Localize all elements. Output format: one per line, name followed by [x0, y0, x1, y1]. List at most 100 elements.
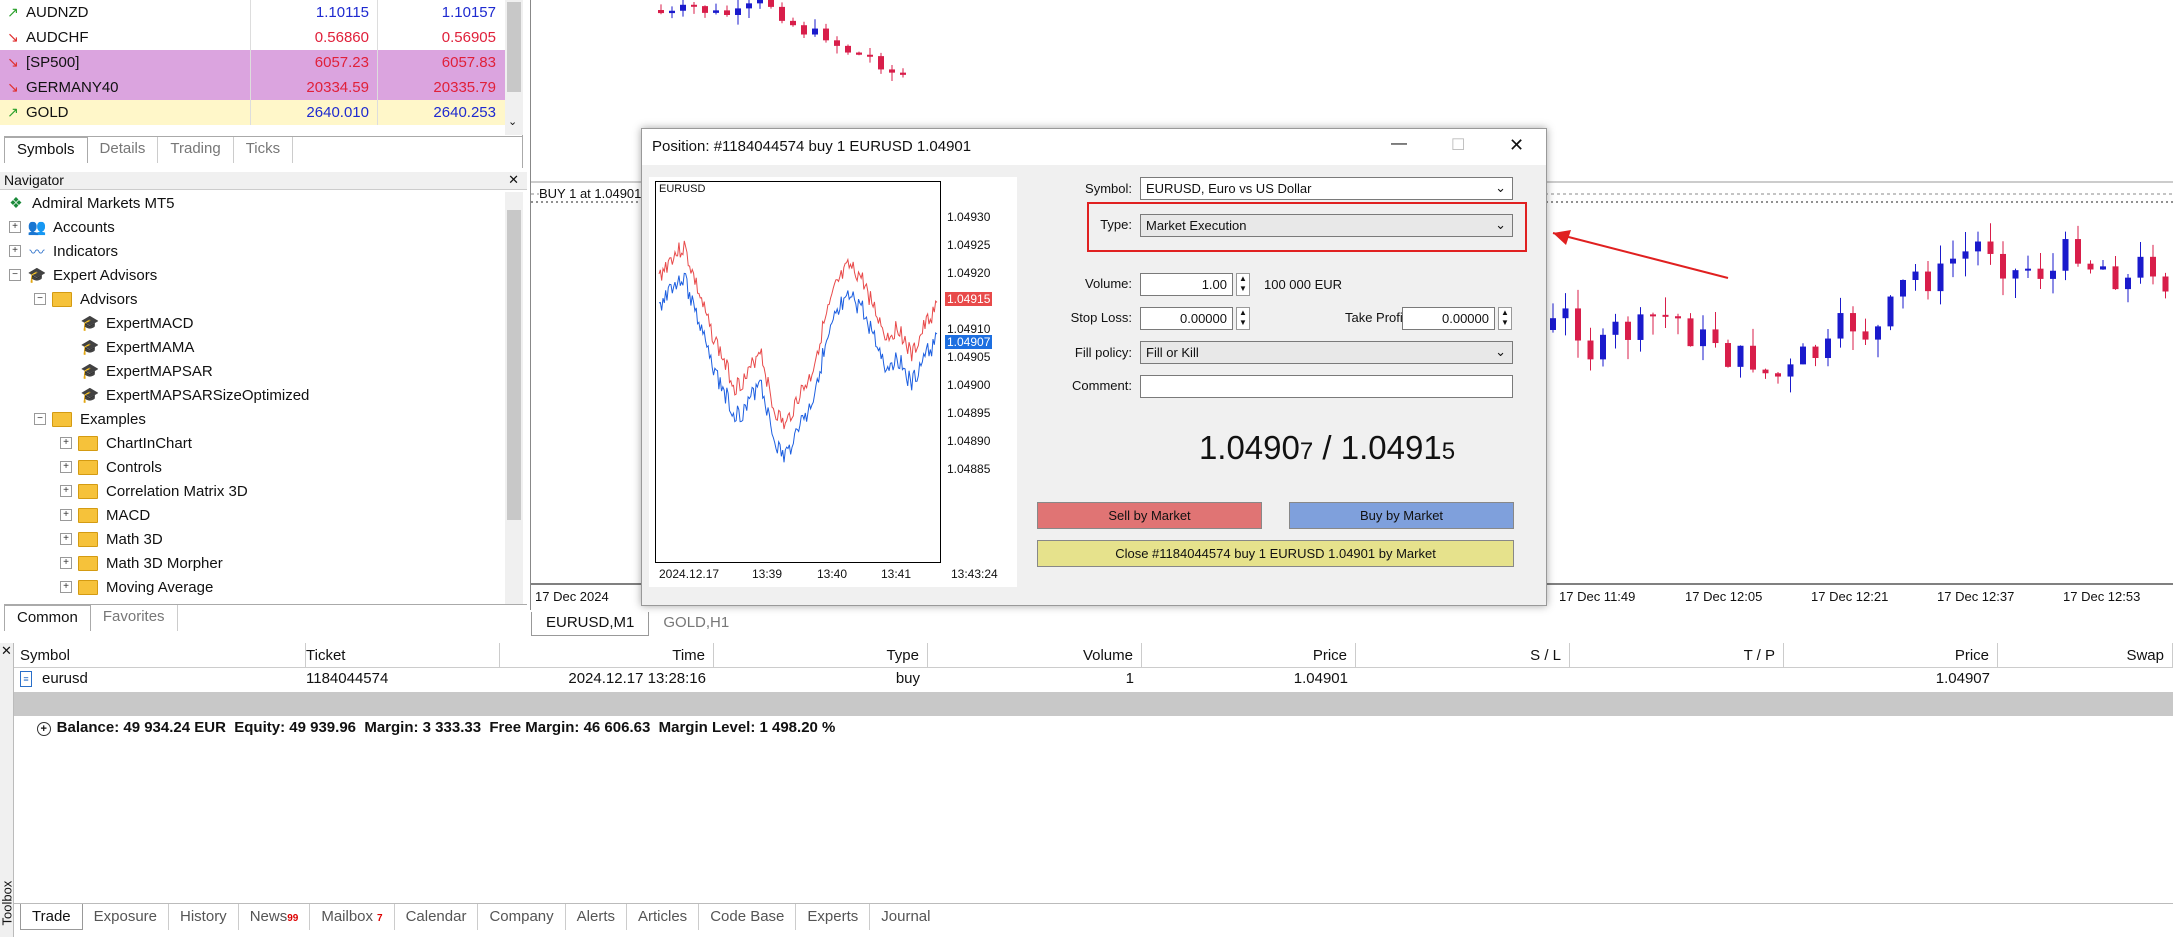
- fill-policy-select[interactable]: Fill or Kill ⌄: [1140, 341, 1513, 364]
- volume-input[interactable]: 1.00: [1140, 273, 1233, 296]
- candle-body: [1987, 241, 1994, 254]
- tab-ticks[interactable]: Ticks: [234, 137, 294, 163]
- tab-code-base[interactable]: Code Base: [699, 904, 797, 930]
- tab-trade[interactable]: Trade: [20, 904, 83, 930]
- expand-icon[interactable]: +: [9, 245, 21, 257]
- col-price[interactable]: Price: [1142, 643, 1356, 668]
- market-watch-scrollbar[interactable]: ⌄: [505, 0, 523, 135]
- candle-body: [1587, 340, 1594, 360]
- tab-trading[interactable]: Trading: [158, 137, 234, 163]
- nav-root[interactable]: ❖ Admiral Markets MT5: [6, 191, 174, 215]
- tab-articles[interactable]: Articles: [627, 904, 700, 930]
- expand-icon[interactable]: +: [60, 461, 72, 473]
- col-symbol[interactable]: Symbol: [20, 643, 306, 668]
- volume-stepper[interactable]: ▲ ▼: [1236, 273, 1250, 296]
- tab-journal[interactable]: Journal: [870, 904, 941, 930]
- maximize-button[interactable]: ☐: [1451, 135, 1465, 155]
- nav-item-expertmacd[interactable]: 🎓 ExpertMACD: [80, 311, 194, 335]
- market-row-gold[interactable]: ↗ GOLD 2640.010 2640.253: [0, 100, 505, 125]
- tab-exposure[interactable]: Exposure: [83, 904, 170, 930]
- nav-item-advisors[interactable]: − Advisors: [34, 287, 138, 311]
- stop-loss-input[interactable]: 0.00000: [1140, 307, 1233, 330]
- tab-company[interactable]: Company: [478, 904, 566, 930]
- nav-item-expertmapsar[interactable]: 🎓 ExpertMAPSAR: [80, 359, 213, 383]
- tab-symbols[interactable]: Symbols: [4, 137, 88, 163]
- chevron-down-icon[interactable]: ⌄: [508, 115, 517, 128]
- nav-item-accounts[interactable]: + 👥 Accounts: [9, 215, 115, 239]
- col-price-current[interactable]: Price: [1784, 643, 1998, 668]
- candle-body: [845, 45, 851, 53]
- tab-news[interactable]: News99: [239, 904, 311, 930]
- sell-by-market-button[interactable]: Sell by Market: [1037, 502, 1262, 529]
- candle-body: [1550, 318, 1556, 330]
- tab-experts[interactable]: Experts: [796, 904, 871, 930]
- collapse-icon[interactable]: −: [34, 293, 46, 305]
- tab-label: News: [249, 908, 288, 925]
- close-position-button[interactable]: Close #1184044574 buy 1 EURUSD 1.04901 b…: [1037, 540, 1514, 567]
- expand-icon[interactable]: +: [60, 509, 72, 521]
- col-ticket[interactable]: Ticket: [300, 643, 500, 668]
- col-type[interactable]: Type: [714, 643, 928, 668]
- market-row-audnzd[interactable]: ↗ AUDNZD 1.10115 1.10157: [0, 0, 505, 25]
- collapse-icon[interactable]: −: [34, 413, 46, 425]
- nav-item-expertmapsarsizeoptimized[interactable]: 🎓 ExpertMAPSARSizeOptimized: [80, 383, 310, 407]
- market-row-germany40[interactable]: ↘ GERMANY40 20334.59 20335.79: [0, 75, 505, 100]
- nav-item-controls[interactable]: + Controls: [60, 455, 162, 479]
- tab-label: Mailbox: [321, 908, 374, 925]
- expand-icon[interactable]: +: [60, 437, 72, 449]
- close-icon[interactable]: ✕: [1, 643, 12, 659]
- col-tp[interactable]: T / P: [1570, 643, 1784, 668]
- col-sl[interactable]: S / L: [1356, 643, 1570, 668]
- navigator-scrollbar[interactable]: [505, 192, 523, 604]
- table-row[interactable]: ≡ eurusd 1184044574 2024.12.17 13:28:16 …: [14, 668, 2173, 690]
- arrow-down-icon: ↘: [7, 79, 19, 95]
- time-label: 17 Dec 2024: [535, 589, 609, 604]
- tab-calendar[interactable]: Calendar: [395, 904, 479, 930]
- nav-item-examples[interactable]: − Examples: [34, 407, 146, 431]
- stop-loss-stepper[interactable]: ▲ ▼: [1236, 307, 1250, 330]
- tab-common[interactable]: Common: [4, 605, 91, 631]
- close-icon[interactable]: ✕: [508, 172, 519, 188]
- symbol-name: GOLD: [26, 104, 69, 121]
- nav-item-moving-average[interactable]: + Moving Average: [60, 575, 213, 599]
- expand-icon[interactable]: +: [60, 581, 72, 593]
- tab-alerts[interactable]: Alerts: [566, 904, 627, 930]
- nav-item-chartinchart[interactable]: + ChartInChart: [60, 431, 192, 455]
- scroll-thumb[interactable]: [507, 210, 521, 520]
- expand-icon[interactable]: +: [9, 221, 21, 233]
- market-row-sp500[interactable]: ↘ [SP500] 6057.23 6057.83: [0, 50, 505, 75]
- col-volume[interactable]: Volume: [928, 643, 1142, 668]
- col-swap[interactable]: Swap: [1998, 643, 2173, 668]
- chart-tab-gold[interactable]: GOLD,H1: [649, 612, 743, 636]
- tab-history[interactable]: History: [169, 904, 239, 930]
- col-time[interactable]: Time: [500, 643, 714, 668]
- market-row-audchf[interactable]: ↘ AUDCHF 0.56860 0.56905: [0, 25, 505, 50]
- nav-item-correlation-matrix[interactable]: + Correlation Matrix 3D: [60, 479, 248, 503]
- nav-item-expert-advisors[interactable]: − 🎓 Expert Advisors: [9, 263, 157, 287]
- tab-mailbox[interactable]: Mailbox 7: [310, 904, 395, 930]
- tab-details[interactable]: Details: [88, 137, 159, 163]
- buy-by-market-button[interactable]: Buy by Market: [1289, 502, 1514, 529]
- nav-item-math3d[interactable]: + Math 3D: [60, 527, 163, 551]
- close-button[interactable]: ✕: [1509, 135, 1524, 156]
- type-select[interactable]: Market Execution ⌄: [1140, 214, 1513, 237]
- chart-tab-eurusd[interactable]: EURUSD,M1: [531, 612, 650, 636]
- nav-item-math3d-morpher[interactable]: + Math 3D Morpher: [60, 551, 223, 575]
- tab-favorites[interactable]: Favorites: [91, 605, 178, 631]
- nav-item-indicators[interactable]: + 〰 Indicators: [9, 239, 118, 263]
- collapse-icon[interactable]: −: [9, 269, 21, 281]
- nav-item-expertmama[interactable]: 🎓 ExpertMAMA: [80, 335, 195, 359]
- take-profit-input[interactable]: 0.00000: [1402, 307, 1495, 330]
- nav-item-macd[interactable]: + MACD: [60, 503, 150, 527]
- minimize-button[interactable]: —: [1391, 135, 1407, 153]
- take-profit-stepper[interactable]: ▲ ▼: [1498, 307, 1512, 330]
- bid-price-tag: 1.04907: [945, 335, 993, 349]
- symbol-select[interactable]: EURUSD, Euro vs US Dollar ⌄: [1140, 177, 1513, 200]
- expand-icon[interactable]: +: [60, 533, 72, 545]
- plus-circle-icon[interactable]: +: [36, 722, 51, 736]
- expand-icon[interactable]: +: [60, 557, 72, 569]
- expand-icon[interactable]: +: [60, 485, 72, 497]
- folder-icon: [78, 555, 98, 571]
- comment-input[interactable]: [1140, 375, 1513, 398]
- volume-unit: 100 000 EUR: [1264, 277, 1343, 292]
